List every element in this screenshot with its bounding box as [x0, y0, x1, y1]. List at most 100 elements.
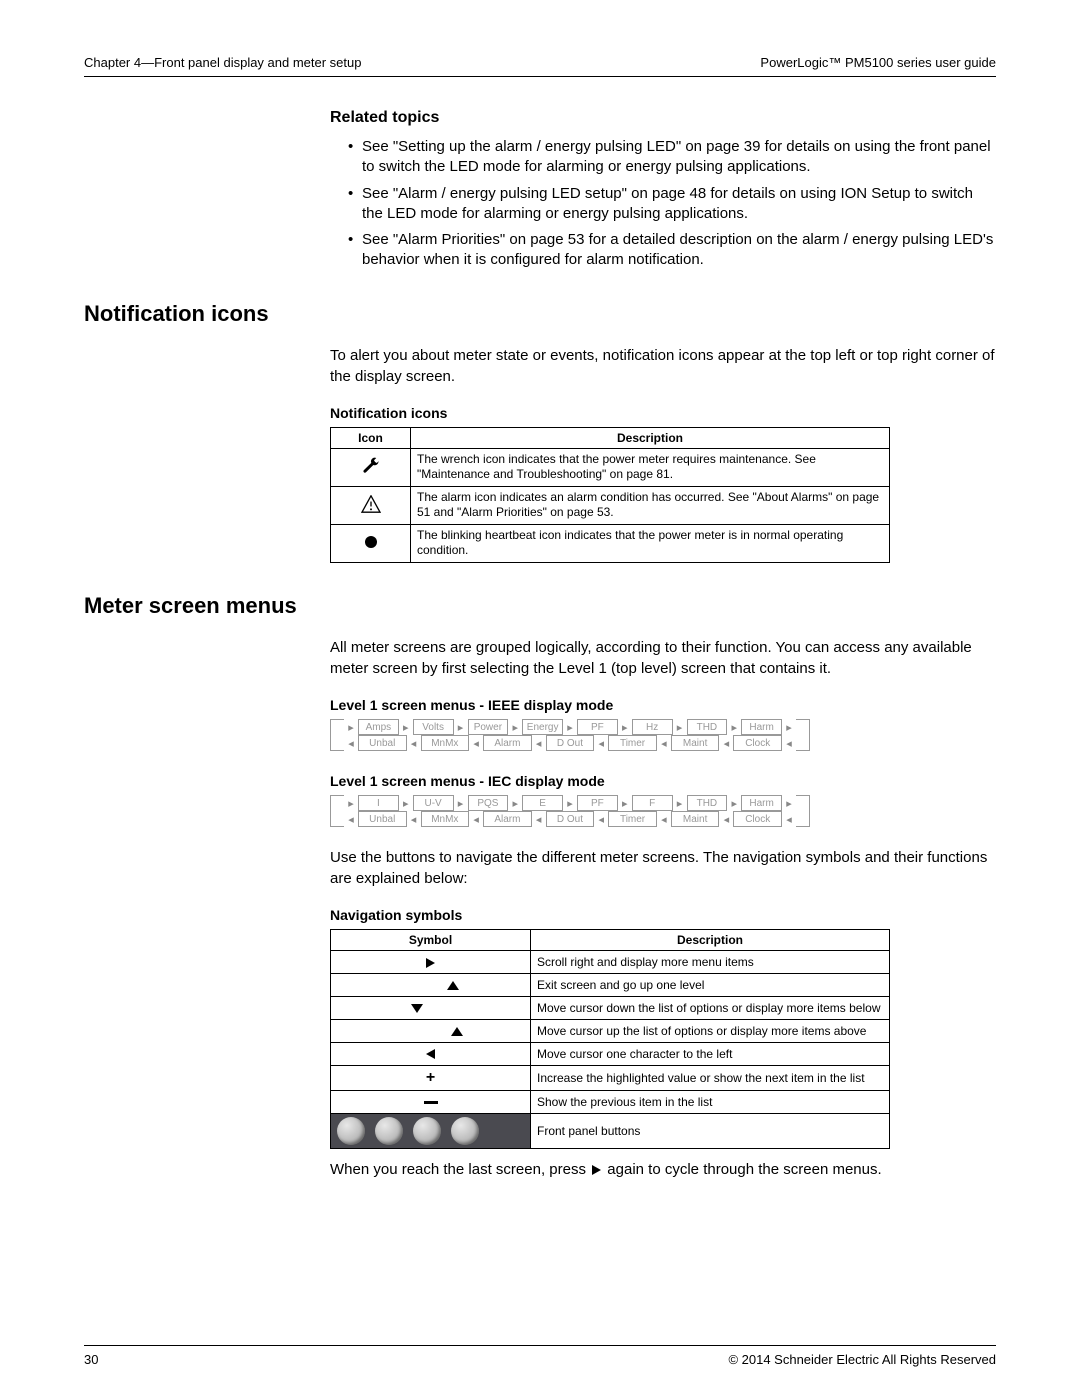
menu-box: Alarm [483, 811, 532, 827]
cell-desc: Move cursor one character to the left [531, 1043, 890, 1066]
chevron-right-icon: ▸ [782, 721, 796, 734]
chevron-left-icon: ◂ [532, 813, 546, 826]
iec-menu-diagram: ▸I▸U-V▸PQS▸E▸PF▸F▸THD▸Harm▸◂Clock◂Maint◂… [330, 795, 810, 827]
menu-box: MnMx [421, 735, 470, 751]
th-icon: Icon [331, 427, 411, 448]
cell-desc: The wrench icon indicates that the power… [411, 448, 890, 486]
running-header: Chapter 4—Front panel display and meter … [84, 55, 996, 77]
menu-box: Maint [671, 811, 720, 827]
heartbeat-dot-icon [331, 524, 411, 562]
meter-menus-closing: When you reach the last screen, press ag… [330, 1159, 996, 1180]
chevron-right-icon: ▸ [563, 721, 577, 734]
nav-symbols-caption: Navigation symbols [330, 907, 996, 923]
down-arrow-icon [331, 997, 531, 1020]
cell-desc: Increase the highlighted value or show t… [531, 1066, 890, 1091]
menu-box: PF [577, 795, 618, 811]
page-content: Chapter 4—Front panel display and meter … [84, 55, 996, 1194]
menu-box: Energy [522, 719, 563, 735]
menu-box: Amps [358, 719, 399, 735]
front-panel-button [451, 1117, 479, 1145]
cell-desc: The blinking heartbeat icon indicates th… [411, 524, 890, 562]
closing-text-b: again to cycle through the screen menus. [603, 1161, 882, 1178]
play-right-icon [592, 1165, 601, 1175]
menu-box: Volts [413, 719, 454, 735]
page-footer: 30 © 2014 Schneider Electric All Rights … [84, 1345, 996, 1367]
menu-box: Unbal [358, 811, 407, 827]
menu-box: PF [577, 719, 618, 735]
table-row: Exit screen and go up one level [331, 974, 890, 997]
related-topics-list: See "Setting up the alarm / energy pulsi… [330, 137, 996, 271]
table-row: Scroll right and display more menu items [331, 951, 890, 974]
menu-box: Maint [671, 735, 720, 751]
chevron-right-icon: ▸ [727, 721, 741, 734]
cell-desc: Show the previous item in the list [531, 1091, 890, 1114]
minus-icon [331, 1091, 531, 1114]
chevron-left-icon: ◂ [782, 737, 796, 750]
front-panel-button [413, 1117, 441, 1145]
menu-box: D Out [546, 811, 595, 827]
chevron-right-icon: ▸ [673, 721, 687, 734]
notification-table-caption: Notification icons [330, 405, 996, 421]
related-topics-heading: Related topics [330, 109, 996, 127]
chevron-right-icon: ▸ [618, 797, 632, 810]
meter-menus-intro: All meter screens are grouped logically,… [330, 637, 996, 679]
chevron-right-icon: ▸ [454, 721, 468, 734]
chevron-left-icon: ◂ [782, 813, 796, 826]
chevron-right-icon: ▸ [508, 721, 522, 734]
section-heading-notification: Notification icons [84, 301, 996, 327]
table-row: The wrench icon indicates that the power… [331, 448, 890, 486]
chevron-left-icon: ◂ [407, 813, 421, 826]
plus-icon: + [331, 1066, 531, 1091]
front-panel-button [337, 1117, 365, 1145]
th-description: Description [531, 930, 890, 951]
alarm-triangle-icon [331, 486, 411, 524]
ieee-caption: Level 1 screen menus - IEEE display mode [330, 697, 996, 713]
menu-box: Harm [741, 719, 782, 735]
table-row: The alarm icon indicates an alarm condit… [331, 486, 890, 524]
menu-box: U-V [413, 795, 454, 811]
chevron-right-icon: ▸ [563, 797, 577, 810]
section-heading-meter-menus: Meter screen menus [84, 593, 996, 619]
navigation-symbols-table: Symbol Description Scroll right and disp… [330, 929, 890, 1149]
menu-box: Alarm [483, 735, 532, 751]
menu-box: F [632, 795, 673, 811]
ieee-menu-diagram: ▸Amps▸Volts▸Power▸Energy▸PF▸Hz▸THD▸Harm▸… [330, 719, 810, 751]
cell-desc: The alarm icon indicates an alarm condit… [411, 486, 890, 524]
chevron-left-icon: ◂ [719, 813, 733, 826]
meter-menus-after: Use the buttons to navigate the differen… [330, 847, 996, 889]
chevron-left-icon: ◂ [594, 813, 608, 826]
page-number: 30 [84, 1352, 98, 1367]
notification-icons-table: Icon Description The wrench icon indicat… [330, 427, 890, 564]
wrench-icon [331, 448, 411, 486]
table-row: Move cursor up the list of options or di… [331, 1020, 890, 1043]
menu-box: Timer [608, 811, 657, 827]
cell-desc: Move cursor down the list of options or … [531, 997, 890, 1020]
chevron-right-icon: ▸ [618, 721, 632, 734]
chevron-left-icon: ◂ [469, 813, 483, 826]
menu-box: I [358, 795, 399, 811]
menu-box: Clock [733, 811, 782, 827]
table-row: The blinking heartbeat icon indicates th… [331, 524, 890, 562]
chevron-right-icon: ▸ [727, 797, 741, 810]
chevron-left-icon: ◂ [344, 813, 358, 826]
chevron-right-icon: ▸ [673, 797, 687, 810]
chevron-right-icon: ▸ [344, 721, 358, 734]
chevron-right-icon: ▸ [508, 797, 522, 810]
menu-box: Clock [733, 735, 782, 751]
menu-box: D Out [546, 735, 595, 751]
chevron-left-icon: ◂ [469, 737, 483, 750]
iec-caption: Level 1 screen menus - IEC display mode [330, 773, 996, 789]
list-item: See "Setting up the alarm / energy pulsi… [348, 137, 996, 178]
chevron-left-icon: ◂ [532, 737, 546, 750]
closing-text-a: When you reach the last screen, press [330, 1161, 590, 1178]
cell-desc: Exit screen and go up one level [531, 974, 890, 997]
chevron-left-icon: ◂ [407, 737, 421, 750]
chevron-right-icon: ▸ [344, 797, 358, 810]
list-item: See "Alarm Priorities" on page 53 for a … [348, 230, 996, 271]
chevron-right-icon: ▸ [454, 797, 468, 810]
menu-box: Timer [608, 735, 657, 751]
front-panel-buttons [331, 1114, 531, 1149]
front-panel-button [375, 1117, 403, 1145]
chevron-right-icon: ▸ [399, 797, 413, 810]
menu-box: E [522, 795, 563, 811]
